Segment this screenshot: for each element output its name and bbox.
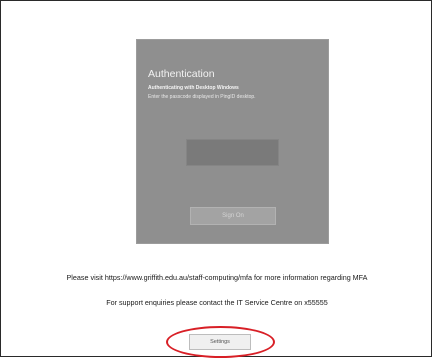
settings-button[interactable]: Settings xyxy=(189,334,251,350)
passcode-input[interactable] xyxy=(186,139,279,166)
auth-subtitle: Authenticating with Desktop Windows xyxy=(148,85,239,91)
mfa-info-text: Please visit https://www.griffith.edu.au… xyxy=(66,273,368,282)
page-frame: Authentication Authenticating with Deskt… xyxy=(0,0,432,358)
sign-on-button[interactable]: Sign On xyxy=(190,207,276,225)
support-info-text: For support enquiries please contact the… xyxy=(106,298,328,307)
auth-instruction: Enter the passcode displayed in PingID d… xyxy=(148,94,256,100)
authentication-card: Authentication Authenticating with Deskt… xyxy=(136,39,329,244)
auth-title: Authentication xyxy=(148,68,215,80)
